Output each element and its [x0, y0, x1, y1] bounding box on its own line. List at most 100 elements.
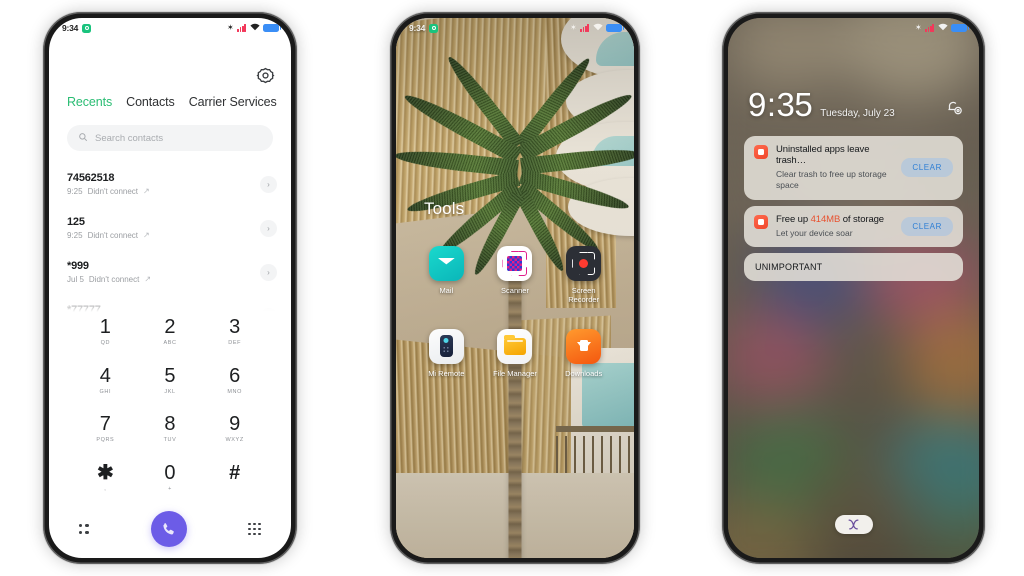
nine-dot-keypad-icon[interactable]: [248, 522, 261, 536]
app-downloads[interactable]: Downloads: [549, 328, 618, 378]
record-badge-icon: [429, 23, 439, 33]
dialpad-letters: QD: [100, 340, 111, 347]
dialpad-digit: 8: [164, 413, 176, 436]
signal-bars-icon: [237, 24, 246, 32]
app-grid: Mail Scanner Screen Recorder Mi Remote F…: [396, 246, 634, 378]
dialpad-letters: PQRS: [96, 437, 115, 444]
clear-button[interactable]: CLEAR: [901, 158, 953, 178]
record-badge-icon: [82, 23, 92, 33]
chevron-right-icon[interactable]: ›: [260, 263, 277, 281]
dialpad-digit: 4: [99, 364, 111, 387]
dialpad[interactable]: 1 QD 2 ABC 3 DEF 4 GHI 5 JKL 6 MNO 7 PQR…: [49, 308, 291, 502]
clear-button[interactable]: CLEAR: [901, 217, 953, 237]
dialpad-letters: DEF: [228, 340, 242, 347]
call-time: 9:25: [67, 231, 83, 240]
dialpad-key-1[interactable]: 1 QD: [73, 308, 138, 357]
tab-carrier-services[interactable]: Carrier Services: [189, 95, 277, 109]
dialpad-key-2[interactable]: 2 ABC: [138, 308, 203, 357]
dialpad-letters: GHI: [99, 388, 112, 395]
notification-text: Uninstalled apps leave trash… Clear tras…: [776, 144, 893, 192]
call-meta: 9:25 Didn't connect ↗: [67, 231, 150, 241]
call-log-row[interactable]: 125 9:25 Didn't connect ↗ ›: [67, 206, 277, 250]
call-log-row[interactable]: 74562518 9:25 Didn't connect ↗ ›: [67, 162, 277, 206]
dialpad-key-8[interactable]: 8 TUV: [138, 405, 203, 454]
battery-icon: [263, 24, 282, 32]
bluetooth-icon: ✶: [570, 23, 577, 32]
call-time: 9:25: [67, 187, 83, 196]
call-status: Didn't connect: [87, 187, 139, 196]
app-file-manager[interactable]: File Manager: [481, 328, 550, 378]
dialpad-key-9[interactable]: 9 WXYZ: [202, 405, 267, 454]
app-label: Scanner: [501, 286, 529, 295]
search-icon: [78, 129, 88, 147]
dialpad-key-star[interactable]: ✱ ,: [73, 454, 138, 503]
dialer-phone-frame: 9:34 ✶ Recents Contacts Carrier Services: [43, 12, 297, 564]
notification-title: Uninstalled apps leave trash…: [776, 144, 870, 166]
wifi-icon: [249, 23, 260, 33]
call-log-row-main: *999 Jul 5 Didn't connect ↗: [67, 260, 151, 284]
app-screen-recorder[interactable]: Screen Recorder: [549, 246, 618, 305]
outgoing-arrow-icon: ↗: [144, 274, 152, 284]
call-status: Didn't connect: [88, 275, 140, 284]
gear-icon[interactable]: [256, 66, 275, 85]
status-bar-right: ✶: [570, 23, 625, 33]
unimportant-section-header[interactable]: UNIMPORTANT: [744, 253, 963, 282]
clock-minute: 35: [776, 86, 813, 123]
notification-highlight: 414MB: [810, 213, 841, 225]
search-contacts-field[interactable]: Search contacts: [67, 125, 273, 151]
notification-title: Free up 414MB of storage: [776, 214, 891, 225]
battery-icon: [951, 24, 970, 32]
lockscreen-date: Tuesday, July 23: [820, 108, 895, 119]
mi-assistant-icon[interactable]: [834, 515, 873, 534]
notification-title-suffix: of storage: [840, 213, 884, 225]
bluetooth-icon: ✶: [227, 23, 234, 32]
status-bar: 9:34 ✶: [396, 18, 634, 38]
home-screen-phone-frame: 9:34 ✶ Tools Mail Scanner Screen Recorde…: [390, 12, 640, 564]
tab-contacts[interactable]: Contacts: [126, 95, 175, 109]
dialpad-digit: #: [229, 461, 241, 484]
dialpad-key-7[interactable]: 7 PQRS: [73, 405, 138, 454]
signal-bars-icon: [580, 24, 589, 32]
dialpad-digit: 3: [229, 316, 241, 339]
call-meta: Jul 5 Didn't connect ↗: [67, 274, 152, 285]
dialpad-key-hash[interactable]: #: [202, 454, 267, 503]
outgoing-arrow-icon: ↗: [143, 186, 150, 196]
dialpad-key-4[interactable]: 4 GHI: [73, 357, 138, 406]
app-label: Mail: [439, 286, 454, 295]
call-time: Jul 5: [67, 275, 84, 284]
dialpad-letters: JKL: [164, 388, 176, 395]
chevron-right-icon[interactable]: ›: [260, 175, 277, 193]
app-mail[interactable]: Mail: [412, 246, 481, 305]
app-scanner[interactable]: Scanner: [481, 246, 550, 305]
lockscreen-clock: 9 : 35: [748, 86, 813, 123]
notification-card[interactable]: Free up 414MB of storage Let your device…: [744, 205, 963, 248]
folder-title: Tools: [424, 199, 465, 218]
notification-settings-bell-icon[interactable]: [945, 99, 963, 117]
tab-recents[interactable]: Recents: [67, 95, 112, 109]
notification-text: Free up 414MB of storage Let your device…: [776, 214, 893, 239]
chevron-right-icon[interactable]: ›: [260, 219, 277, 237]
status-bar: ✶: [728, 18, 979, 38]
four-dot-grid-icon[interactable]: [79, 524, 89, 534]
notification-body: Clear trash to free up storage space: [776, 169, 887, 191]
dialpad-digit: 5: [164, 364, 176, 387]
lockscreen-header: 9 : 35 Tuesday, July 23: [748, 88, 963, 121]
app-label: Mi Remote: [428, 368, 465, 378]
wifi-icon: [592, 23, 603, 33]
phone-handset-icon[interactable]: [150, 511, 187, 547]
security-app-icon: [754, 145, 768, 159]
dialpad-digit: 0: [164, 461, 176, 484]
call-log-row[interactable]: *999 Jul 5 Didn't connect ↗ ›: [67, 250, 277, 294]
dialpad-digit: 9: [229, 413, 241, 436]
notification-card[interactable]: Uninstalled apps leave trash… Clear tras…: [744, 136, 963, 200]
dialpad-key-5[interactable]: 5 JKL: [138, 357, 203, 406]
app-label: File Manager: [493, 368, 537, 378]
app-mi-remote[interactable]: Mi Remote: [412, 328, 481, 378]
dialpad-key-6[interactable]: 6 MNO: [202, 357, 267, 406]
dialpad-key-3[interactable]: 3 DEF: [202, 308, 267, 357]
dialpad-digit: ✱: [96, 461, 114, 484]
call-number: 125: [67, 216, 85, 228]
dialpad-letters: TUV: [163, 437, 177, 444]
dialpad-key-0[interactable]: 0 +: [138, 454, 203, 503]
notification-list: Uninstalled apps leave trash… Clear tras…: [744, 136, 963, 282]
